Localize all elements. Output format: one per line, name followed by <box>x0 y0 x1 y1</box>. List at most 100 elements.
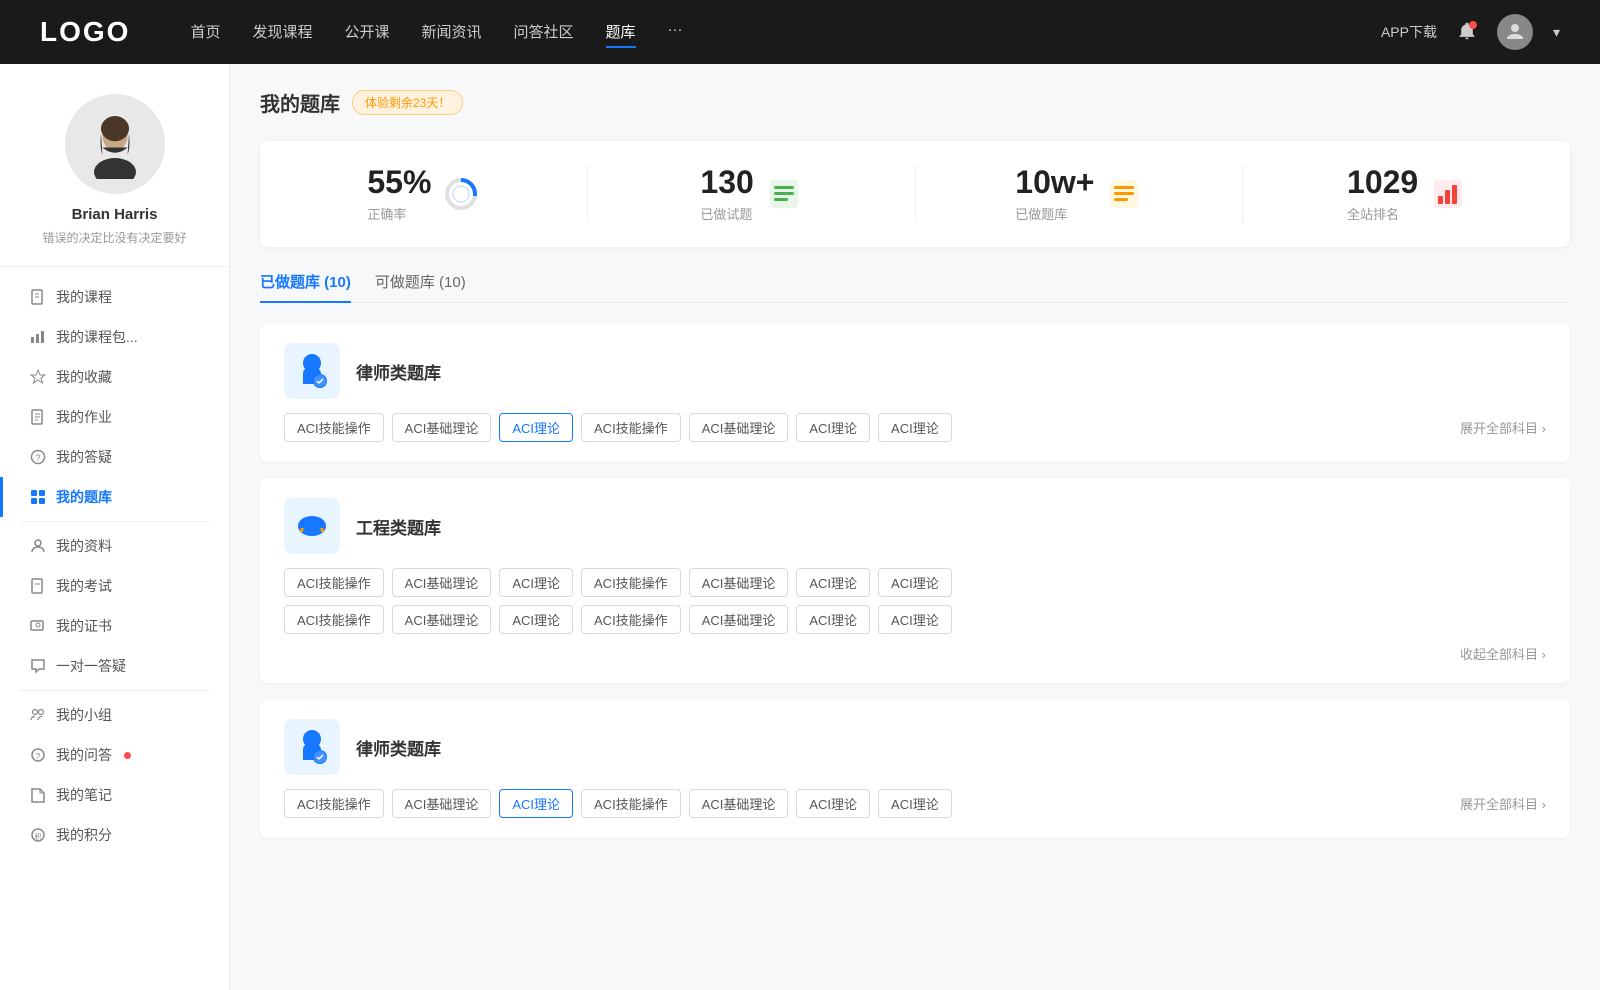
sidebar-item-label: 我的资料 <box>56 536 112 556</box>
tag[interactable]: ACI理论 <box>796 605 870 634</box>
sidebar-item-one-on-one[interactable]: 一对一答疑 <box>0 646 229 686</box>
tag[interactable]: ACI理论 <box>499 605 573 634</box>
tag[interactable]: ACI技能操作 <box>581 605 681 634</box>
tag[interactable]: ACI基础理论 <box>689 605 789 634</box>
stat-value-rank: 1029 <box>1347 165 1418 200</box>
sidebar-item-my-qbank[interactable]: 我的题库 <box>0 477 229 517</box>
qbank-tags-engineering-row1: ACI技能操作 ACI基础理论 ACI理论 ACI技能操作 ACI基础理论 AC… <box>284 568 1546 597</box>
sidebar-item-my-group[interactable]: 我的小组 <box>0 695 229 735</box>
avatar <box>65 94 165 194</box>
engineer-icon <box>284 498 340 554</box>
tag[interactable]: ACI基础理论 <box>392 605 492 634</box>
sidebar-item-my-notes[interactable]: 我的笔记 <box>0 775 229 815</box>
qbank-section-lawyer1: 律师类题库 ACI技能操作 ACI基础理论 ACI理论 ACI技能操作 ACI基… <box>260 323 1570 462</box>
points-icon: 积 <box>30 827 46 843</box>
page-header: 我的题库 体验剩余23天！ <box>260 88 1570 117</box>
nav-link-more[interactable]: ··· <box>668 17 683 48</box>
nav-link-home[interactable]: 首页 <box>190 17 220 48</box>
note-icon <box>30 787 46 803</box>
bar-icon <box>30 329 46 345</box>
chat-icon <box>30 658 46 674</box>
qbank-title-lawyer1: 律师类题库 <box>356 359 441 384</box>
expand-link-lawyer2[interactable]: 展开全部科目 › <box>1460 794 1546 813</box>
qbank-title-lawyer2: 律师类题库 <box>356 735 441 760</box>
tag[interactable]: ACI技能操作 <box>581 568 681 597</box>
lawyer-icon <box>284 343 340 399</box>
tag[interactable]: ACI理论 <box>878 605 952 634</box>
sidebar-item-label: 我的考试 <box>56 576 112 596</box>
sidebar-profile: Brian Harris 错误的决定比没有决定要好 <box>0 94 229 267</box>
qbank-header-engineering: 工程类题库 <box>284 498 1546 554</box>
svg-text:积: 积 <box>35 832 42 841</box>
sidebar-item-my-courses[interactable]: 我的课程 <box>0 277 229 317</box>
tag[interactable]: ACI基础理论 <box>689 789 789 818</box>
nav-link-opencourse[interactable]: 公开课 <box>344 17 389 48</box>
expand-link-lawyer1[interactable]: 展开全部科目 › <box>1460 418 1546 437</box>
tag-active[interactable]: ACI理论 <box>499 413 573 442</box>
tag[interactable]: ACI技能操作 <box>581 413 681 442</box>
tag[interactable]: ACI理论 <box>878 789 952 818</box>
sidebar-item-my-points[interactable]: 积 我的积分 <box>0 815 229 855</box>
tag-active[interactable]: ACI理论 <box>499 789 573 818</box>
tag[interactable]: ACI技能操作 <box>284 605 384 634</box>
tag[interactable]: ACI理论 <box>796 413 870 442</box>
question-icon: ? <box>30 449 46 465</box>
tab-done-banks[interactable]: 已做题库 (10) <box>260 271 351 302</box>
nav-link-discover[interactable]: 发现课程 <box>252 17 312 48</box>
collapse-link-text[interactable]: 收起全部科目 › <box>1460 644 1546 663</box>
tag[interactable]: ACI理论 <box>796 789 870 818</box>
qbank-header-lawyer1: 律师类题库 <box>284 343 1546 399</box>
qbank-header-lawyer2: 律师类题库 <box>284 719 1546 775</box>
qbank-tags-lawyer2: ACI技能操作 ACI基础理论 ACI理论 ACI技能操作 ACI基础理论 AC… <box>284 789 1546 818</box>
tag[interactable]: ACI理论 <box>499 568 573 597</box>
tag[interactable]: ACI理论 <box>878 568 952 597</box>
navbar: LOGO 首页 发现课程 公开课 新闻资讯 问答社区 题库 ··· APP下载 … <box>0 0 1600 64</box>
profile-motto: 错误的决定比没有决定要好 <box>42 229 186 246</box>
sidebar-item-my-packages[interactable]: 我的课程包... <box>0 317 229 357</box>
sidebar: Brian Harris 错误的决定比没有决定要好 我的课程 我的课程包... <box>0 64 230 990</box>
sidebar-item-my-answers[interactable]: ? 我的问答 <box>0 735 229 775</box>
sidebar-item-my-exams[interactable]: 我的考试 <box>0 566 229 606</box>
tag[interactable]: ACI基础理论 <box>392 568 492 597</box>
qbank-section-engineering: 工程类题库 ACI技能操作 ACI基础理论 ACI理论 ACI技能操作 ACI基… <box>260 478 1570 683</box>
lawyer-icon-2 <box>284 719 340 775</box>
sidebar-item-label: 我的收藏 <box>56 367 112 387</box>
sidebar-item-my-questions[interactable]: ? 我的答疑 <box>0 437 229 477</box>
app-download-button[interactable]: APP下载 <box>1381 22 1437 42</box>
trial-badge: 体验剩余23天！ <box>352 90 463 115</box>
user-menu-chevron[interactable]: ▾ <box>1553 24 1560 41</box>
file-icon <box>30 289 46 305</box>
qbank-tags-lawyer1: ACI技能操作 ACI基础理论 ACI理论 ACI技能操作 ACI基础理论 AC… <box>284 413 1546 442</box>
nav-link-qbank[interactable]: 题库 <box>606 17 636 48</box>
tag[interactable]: ACI基础理论 <box>392 413 492 442</box>
tag[interactable]: ACI技能操作 <box>284 413 384 442</box>
stat-accuracy: 55% 正确率 <box>260 165 588 223</box>
sidebar-item-my-homework[interactable]: 我的作业 <box>0 397 229 437</box>
tag[interactable]: ACI理论 <box>878 413 952 442</box>
tab-available-banks[interactable]: 可做题库 (10) <box>375 271 466 302</box>
stat-label-rank: 全站排名 <box>1347 204 1418 223</box>
nav-right: APP下载 ▾ <box>1381 14 1560 50</box>
sidebar-item-label: 我的问答 <box>56 745 112 765</box>
bell-button[interactable] <box>1457 21 1477 44</box>
sidebar-item-my-favorites[interactable]: 我的收藏 <box>0 357 229 397</box>
svg-text:?: ? <box>36 752 41 761</box>
tag[interactable]: ACI基础理论 <box>392 789 492 818</box>
tag[interactable]: ACI理论 <box>796 568 870 597</box>
sidebar-item-label: 我的课程包... <box>56 327 138 347</box>
qbank-section-lawyer2: 律师类题库 ACI技能操作 ACI基础理论 ACI理论 ACI技能操作 ACI基… <box>260 699 1570 838</box>
menu-divider <box>20 521 209 522</box>
qbank-tags-engineering-row2: ACI技能操作 ACI基础理论 ACI理论 ACI技能操作 ACI基础理论 AC… <box>284 605 1546 634</box>
menu-divider-2 <box>20 690 209 691</box>
file2-icon <box>30 578 46 594</box>
tag[interactable]: ACI技能操作 <box>284 789 384 818</box>
tag[interactable]: ACI技能操作 <box>581 789 681 818</box>
tag[interactable]: ACI基础理论 <box>689 568 789 597</box>
sidebar-item-my-certs[interactable]: 我的证书 <box>0 606 229 646</box>
tag[interactable]: ACI基础理论 <box>689 413 789 442</box>
user-avatar[interactable] <box>1497 14 1533 50</box>
tag[interactable]: ACI技能操作 <box>284 568 384 597</box>
nav-link-news[interactable]: 新闻资讯 <box>422 17 482 48</box>
nav-link-qa[interactable]: 问答社区 <box>514 17 574 48</box>
sidebar-item-my-profile[interactable]: 我的资料 <box>0 526 229 566</box>
